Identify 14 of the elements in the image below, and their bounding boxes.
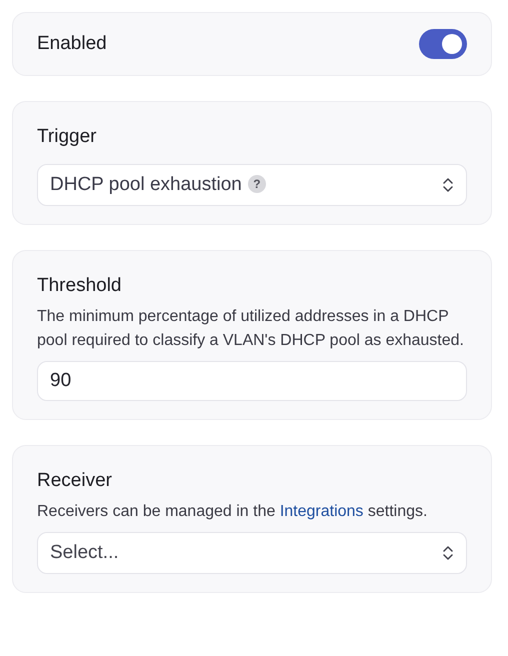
threshold-label: Threshold	[37, 274, 122, 298]
receiver-description: Receivers can be managed in the Integrations settings.	[37, 502, 428, 522]
chevron-up-down-icon	[442, 176, 454, 194]
threshold-description: The minimum percentage of utilized addresses in a DHCP pool required to classify a VLAN's DHCP pool as exhausted.	[37, 307, 465, 351]
receiver-select[interactable]: Select...	[37, 532, 467, 574]
enabled-toggle[interactable]	[419, 29, 467, 59]
chevron-up-down-icon	[442, 544, 454, 562]
threshold-input[interactable]: 90	[37, 361, 467, 401]
help-icon[interactable]: ?	[248, 175, 266, 193]
integrations-link[interactable]: Integrations	[280, 503, 364, 520]
enabled-label: Enabled	[37, 32, 107, 56]
trigger-label: Trigger	[37, 125, 98, 149]
receiver-label: Receiver	[37, 469, 113, 493]
trigger-select[interactable]: DHCP pool exhaustion ?	[37, 164, 467, 206]
